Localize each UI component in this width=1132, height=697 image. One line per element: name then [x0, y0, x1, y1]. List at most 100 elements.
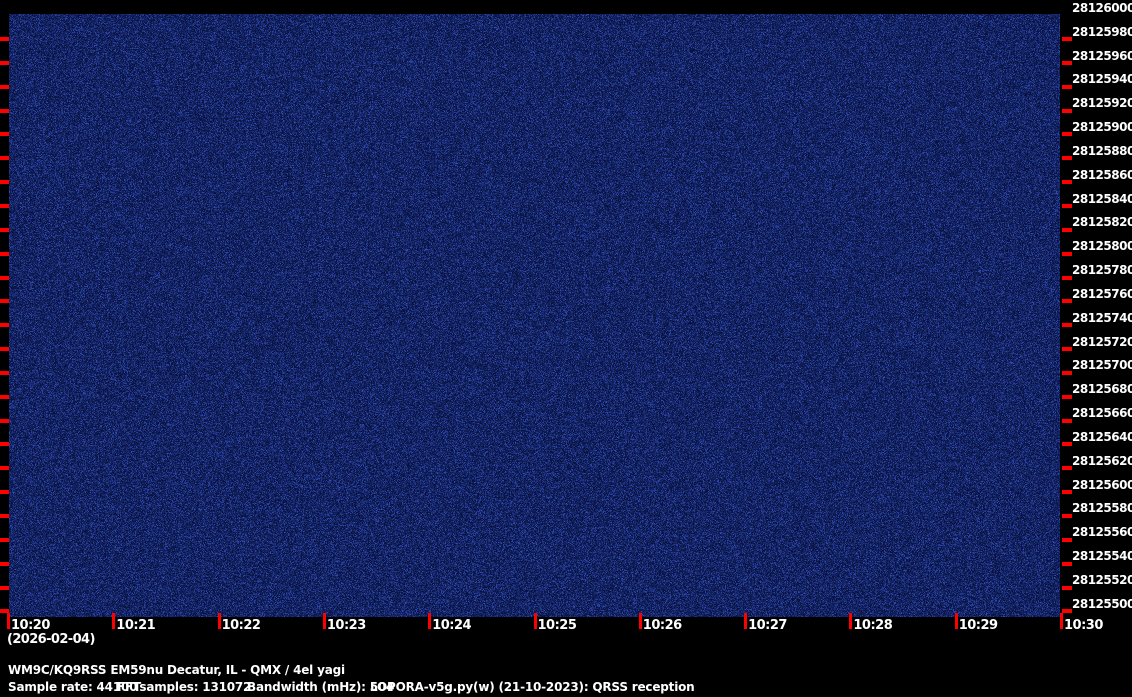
frequency-tick-label: 28125540	[1072, 549, 1132, 564]
left-red-tick	[0, 585, 9, 590]
left-red-tick	[0, 60, 9, 65]
left-red-tick	[0, 108, 9, 113]
left-red-tick	[0, 251, 9, 256]
left-red-tick	[0, 275, 9, 280]
frequency-tick-label: 28125900	[1072, 120, 1132, 135]
right-red-tick	[1062, 203, 1072, 208]
time-tick-label: 10:27	[748, 618, 787, 633]
frequency-tick-label: 28125820	[1072, 215, 1132, 230]
time-red-tick	[533, 613, 537, 629]
left-red-tick	[0, 370, 9, 375]
left-red-tick	[0, 84, 9, 89]
left-red-tick	[0, 323, 9, 328]
frequency-tick-label: 28125840	[1072, 191, 1132, 206]
right-red-tick	[1062, 609, 1072, 614]
time-tick-label: 10:23	[326, 618, 366, 633]
frequency-tick-label: 28125940	[1072, 72, 1132, 87]
left-red-tick	[0, 537, 9, 542]
time-red-tick	[112, 613, 116, 629]
right-red-tick	[1062, 299, 1072, 304]
spectrogram-canvas	[9, 14, 1060, 617]
right-red-tick	[1062, 227, 1072, 232]
right-red-tick	[1062, 132, 1072, 137]
frequency-tick-label: 28125520	[1072, 572, 1132, 587]
frequency-tick-label: 28125500	[1072, 596, 1132, 611]
frequency-tick-label: 28125640	[1072, 429, 1132, 444]
right-red-tick	[1062, 60, 1072, 65]
right-red-tick	[1062, 156, 1072, 161]
frequency-tick-label: 28125880	[1072, 143, 1132, 158]
left-red-tick	[0, 490, 9, 495]
frequency-tick-label: 28125600	[1072, 477, 1132, 492]
time-red-tick	[1060, 613, 1063, 629]
date-annotation: (2026-02-04)	[7, 632, 95, 647]
time-red-tick	[217, 613, 221, 629]
frequency-tick-label: 28125720	[1072, 334, 1132, 349]
left-red-tick	[0, 299, 9, 304]
qrss-grabber-screen: 28126000 28125980 28125960 28125940 28125920…	[0, 0, 1132, 697]
frequency-tick-label: 28125660	[1072, 406, 1132, 421]
time-tick-label: 10:29	[958, 618, 998, 633]
frequency-tick-label: 28125800	[1072, 239, 1132, 254]
time-tick-label: 10:30	[1064, 618, 1103, 633]
time-tick-label: 10:22	[221, 618, 261, 633]
fft-samples-label: FFTsamples: 131072	[117, 680, 252, 694]
time-red-tick	[954, 613, 958, 629]
left-red-tick	[0, 132, 9, 137]
right-red-tick	[1062, 37, 1072, 41]
left-red-tick	[0, 156, 9, 161]
frequency-tick-label: 28125760	[1072, 286, 1132, 301]
time-tick-label: 10:28	[853, 618, 893, 633]
station-info-line: WM9C/KQ9RSS EM59nu Decatur, IL - QMX / 4…	[8, 663, 345, 677]
left-red-tick	[0, 418, 9, 423]
left-red-tick	[0, 37, 9, 41]
time-red-tick	[428, 613, 432, 629]
software-version-label: LOPORA-v5g.py(w) (21-10-2023): QRSS rece…	[370, 680, 695, 694]
frequency-tick-label: 28126000	[1072, 1, 1132, 15]
frequency-tick-label: 28125780	[1072, 263, 1132, 278]
left-red-tick	[0, 227, 9, 232]
right-red-tick	[1062, 442, 1072, 447]
left-red-tick	[0, 203, 9, 208]
time-red-tick	[744, 613, 748, 629]
frequency-tick-label: 28125920	[1072, 96, 1132, 111]
left-red-tick	[0, 514, 9, 518]
time-tick-label: 10:26	[642, 618, 682, 633]
left-red-tick	[0, 180, 9, 185]
frequency-tick-label: 28125740	[1072, 310, 1132, 325]
frequency-tick-label: 28125560	[1072, 525, 1132, 540]
right-red-tick	[1062, 347, 1072, 352]
frequency-tick-label: 28125860	[1072, 167, 1132, 182]
left-red-tick	[0, 442, 9, 447]
right-red-tick	[1062, 394, 1072, 399]
right-red-tick	[1062, 275, 1072, 280]
frequency-tick-label: 28125580	[1072, 501, 1132, 516]
right-red-tick	[1062, 251, 1072, 256]
frequency-tick-label: 28125620	[1072, 453, 1132, 468]
time-red-tick	[322, 613, 326, 629]
right-red-tick	[1062, 585, 1072, 590]
time-red-tick	[7, 613, 10, 629]
frequency-tick-label: 28125960	[1072, 48, 1132, 63]
time-tick-label: 10:21	[116, 618, 156, 633]
left-red-tick	[0, 394, 9, 399]
right-red-tick	[1062, 537, 1072, 542]
right-red-tick	[1062, 466, 1072, 471]
frequency-tick-label: 28125680	[1072, 382, 1132, 397]
left-red-tick	[0, 347, 9, 352]
time-tick-label: 10:25	[537, 618, 577, 633]
right-red-tick	[1062, 370, 1072, 375]
right-red-tick	[1062, 180, 1072, 185]
time-tick-label: 10:20	[11, 618, 50, 633]
time-red-tick	[849, 613, 853, 629]
right-red-tick	[1062, 84, 1072, 89]
right-red-tick	[1062, 561, 1072, 566]
left-red-tick	[0, 561, 9, 566]
right-red-tick	[1062, 108, 1072, 113]
right-red-tick	[1062, 490, 1072, 495]
frequency-tick-label: 28125700	[1072, 358, 1132, 373]
time-tick-label: 10:24	[432, 618, 472, 633]
frequency-tick-label: 28125980	[1072, 24, 1132, 39]
time-red-tick	[638, 613, 642, 629]
right-red-tick	[1062, 323, 1072, 328]
